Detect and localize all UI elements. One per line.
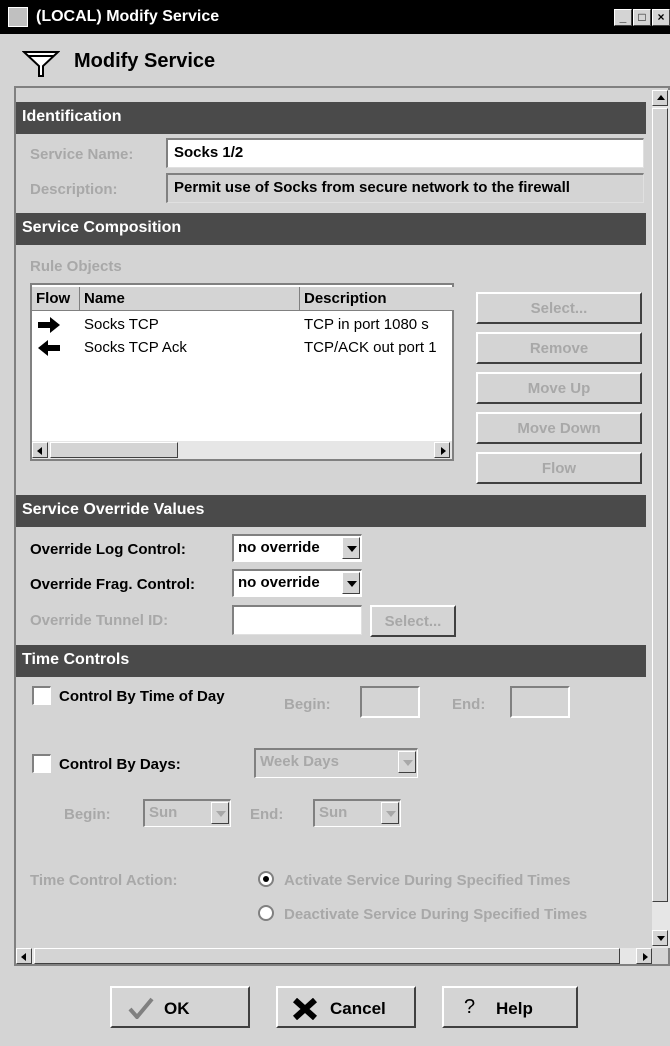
override-tunnel-label: Override Tunnel ID: <box>30 612 169 629</box>
tod-begin-label: Begin: <box>284 696 331 713</box>
chevron-down-icon[interactable] <box>381 802 399 824</box>
tunnel-id-field[interactable] <box>232 605 362 635</box>
activate-radio[interactable] <box>258 871 274 887</box>
cancel-button[interactable]: Cancel <box>276 986 416 1028</box>
tod-end-field[interactable] <box>510 686 570 718</box>
deactivate-label: Deactivate Service During Specified Time… <box>284 906 588 923</box>
chevron-down-icon[interactable] <box>342 572 360 594</box>
move-down-button[interactable]: Move Down <box>476 412 642 444</box>
service-name-field[interactable]: Socks 1/2 <box>166 138 644 168</box>
override-log-label: Override Log Control: <box>30 541 186 558</box>
column-header-name[interactable]: Name <box>80 287 300 311</box>
description-field[interactable]: Permit use of Socks from secure network … <box>166 173 644 203</box>
vertical-scrollbar[interactable] <box>652 90 670 948</box>
description-label: Description: <box>30 181 118 198</box>
rule-objects-label: Rule Objects <box>30 258 122 275</box>
identification-header: Identification <box>16 102 646 134</box>
close-button[interactable]: × <box>652 9 670 26</box>
window-title: (LOCAL) Modify Service <box>36 8 220 25</box>
tunnel-select-button[interactable]: Select... <box>370 605 456 637</box>
chevron-down-icon[interactable] <box>211 802 229 824</box>
day-end-label: End: <box>250 806 284 823</box>
page-title: Modify Service <box>74 50 216 72</box>
day-begin-dropdown[interactable]: Sun <box>143 799 231 827</box>
left-arrow-icon <box>38 340 60 356</box>
pencil-check-icon <box>128 997 154 1019</box>
cancel-label: Cancel <box>330 999 386 1018</box>
day-begin-value: Sun <box>149 804 178 821</box>
time-of-day-checkbox[interactable] <box>32 686 51 705</box>
help-label: Help <box>496 999 533 1018</box>
days-dropdown[interactable]: Week Days <box>254 748 418 778</box>
minimize-button[interactable]: _ <box>614 9 632 26</box>
maximize-icon: □ <box>638 10 646 24</box>
chevron-down-icon[interactable] <box>398 751 416 773</box>
tod-begin-field[interactable] <box>360 686 420 718</box>
row-description: TCP in port 1080 s <box>304 316 429 333</box>
service-name-label: Service Name: <box>30 146 134 163</box>
day-end-value: Sun <box>319 804 348 821</box>
list-horizontal-scrollbar[interactable] <box>32 441 452 459</box>
scroll-right-button[interactable] <box>636 948 652 964</box>
time-control-action-label: Time Control Action: <box>30 872 178 889</box>
maximize-button[interactable]: □ <box>633 9 651 26</box>
move-up-button[interactable]: Move Up <box>476 372 642 404</box>
tod-end-label: End: <box>452 696 486 713</box>
row-description: TCP/ACK out port 1 <box>304 339 437 356</box>
override-frag-dropdown[interactable]: no override <box>232 569 362 597</box>
filter-funnel-icon <box>22 51 60 77</box>
x-icon <box>292 998 318 1020</box>
override-frag-value: no override <box>238 574 320 591</box>
row-name: Socks TCP Ack <box>84 339 187 356</box>
flow-button[interactable]: Flow <box>476 452 642 484</box>
days-value: Week Days <box>260 753 339 770</box>
activate-label: Activate Service During Specified Times <box>284 872 571 889</box>
minimize-icon: _ <box>619 10 627 24</box>
help-button[interactable]: ? Help <box>442 986 578 1028</box>
service-composition-header: Service Composition <box>16 213 646 245</box>
override-frag-label: Override Frag. Control: <box>30 576 196 593</box>
remove-button[interactable]: Remove <box>476 332 642 364</box>
close-icon: × <box>657 10 665 24</box>
scroll-thumb[interactable] <box>652 108 668 902</box>
time-of-day-label: Control By Time of Day <box>59 688 225 705</box>
horizontal-scrollbar[interactable] <box>16 948 652 964</box>
ok-button[interactable]: OK <box>110 986 250 1028</box>
day-end-dropdown[interactable]: Sun <box>313 799 401 827</box>
rule-objects-list[interactable]: Flow Name Description Socks TCP TCP in p… <box>30 283 454 461</box>
column-header-flow[interactable]: Flow <box>32 287 80 311</box>
right-arrow-icon <box>38 317 60 333</box>
days-checkbox[interactable] <box>32 754 51 773</box>
list-scroll-right-button[interactable] <box>434 442 450 458</box>
question-mark-icon: ? <box>464 996 476 1018</box>
days-label: Control By Days: <box>59 756 181 773</box>
select-button[interactable]: Select... <box>476 292 642 324</box>
table-row[interactable]: Socks TCP Ack TCP/ACK out port 1 <box>32 338 452 360</box>
list-scroll-left-button[interactable] <box>32 442 48 458</box>
scroll-up-button[interactable] <box>652 90 668 106</box>
day-begin-label: Begin: <box>64 806 111 823</box>
override-log-value: no override <box>238 539 320 556</box>
deactivate-radio[interactable] <box>258 905 274 921</box>
list-scroll-thumb[interactable] <box>50 442 178 458</box>
column-header-description[interactable]: Description <box>300 287 454 311</box>
row-name: Socks TCP <box>84 316 159 333</box>
window-title-bar[interactable]: (LOCAL) Modify Service _ □ × <box>0 0 670 34</box>
chevron-down-icon[interactable] <box>342 537 360 559</box>
override-log-dropdown[interactable]: no override <box>232 534 362 562</box>
app-icon[interactable] <box>8 7 28 27</box>
hscroll-thumb[interactable] <box>34 948 620 964</box>
table-row[interactable]: Socks TCP TCP in port 1080 s <box>32 315 452 337</box>
service-override-header: Service Override Values <box>16 495 646 527</box>
scroll-down-button[interactable] <box>652 930 668 946</box>
time-controls-header: Time Controls <box>16 645 646 677</box>
ok-label: OK <box>164 999 190 1018</box>
scroll-left-button[interactable] <box>16 948 32 964</box>
